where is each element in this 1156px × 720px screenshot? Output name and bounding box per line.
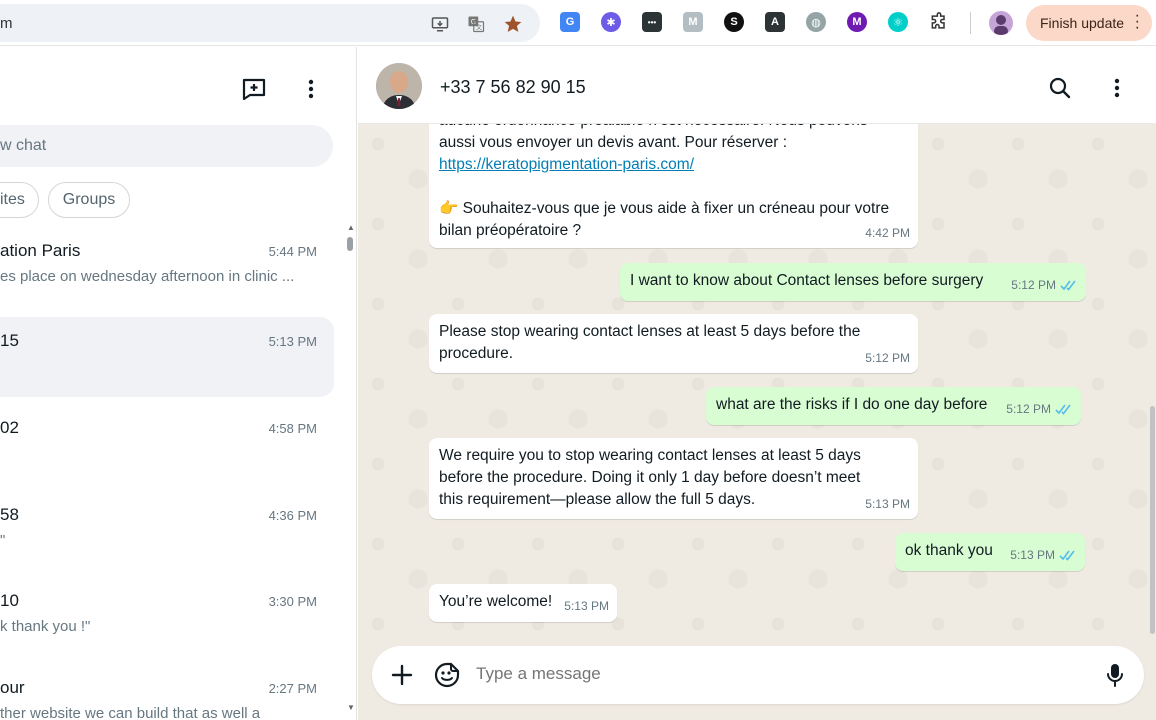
translate-icon[interactable]: G文	[466, 14, 486, 34]
chat-list-panel: w chat ites Groups ation Paris 5:44 PM e…	[0, 47, 357, 720]
chat-time: 4:58 PM	[268, 421, 317, 436]
chat-name: 10	[0, 591, 19, 610]
install-app-icon[interactable]	[430, 14, 450, 34]
chat-preview: es place on wednesday afternoon in clini…	[0, 268, 295, 285]
message-meta: 5:12 PM	[1006, 398, 1073, 420]
profile-avatar[interactable]	[989, 11, 1013, 35]
read-receipt-icon	[1055, 404, 1071, 415]
message-time: 5:12 PM	[865, 351, 910, 365]
message-time: 5:12 PM	[1006, 402, 1051, 416]
message-incoming[interactable]: Please stop wearing contact lenses at le…	[429, 314, 918, 373]
message-meta: 5:13 PM	[564, 595, 609, 617]
chat-list-scrollbar[interactable]: ▲ ▼	[347, 223, 355, 720]
chat-search-input[interactable]: w chat	[0, 125, 333, 167]
address-bar-text: m	[0, 15, 13, 32]
chat-time: 5:44 PM	[268, 244, 317, 259]
message-meta: 4:42 PM	[865, 222, 910, 244]
search-icon[interactable]	[1047, 75, 1073, 101]
contact-name[interactable]: +33 7 56 82 90 15	[440, 77, 586, 98]
message-time: 5:13 PM	[1010, 548, 1055, 562]
sidebar-menu-icon[interactable]	[297, 75, 325, 103]
sticker-emoji-icon[interactable]	[434, 662, 460, 688]
chat-name: 02	[0, 418, 19, 437]
chat-name: 15	[0, 331, 19, 350]
filter-chip-favorites[interactable]: ites	[0, 182, 39, 218]
message-composer	[372, 646, 1144, 704]
chat-preview: "	[0, 532, 6, 549]
scroll-up-arrow-icon[interactable]: ▲	[347, 223, 355, 232]
filter-chip-groups[interactable]: Groups	[48, 182, 130, 218]
read-receipt-icon	[1060, 280, 1076, 291]
chat-time: 4:36 PM	[268, 508, 317, 523]
contact-avatar[interactable]	[376, 63, 422, 109]
globe-icon[interactable]: ◍	[806, 12, 826, 32]
message-text: Please stop wearing contact lenses at le…	[439, 323, 861, 362]
conversation-pane: aucune ordonnance préalable n'est nécess…	[358, 124, 1156, 644]
snowflake-icon[interactable]: ✱	[601, 12, 621, 32]
chat-preview: ther website we can build that as well a	[0, 705, 261, 720]
extensions-puzzle-icon[interactable]	[929, 12, 949, 32]
chat-list-item[interactable]: 02 4:58 PM	[0, 404, 334, 484]
scroll-down-arrow-icon[interactable]: ▼	[347, 703, 355, 712]
chat-time: 3:30 PM	[268, 594, 317, 609]
chat-name: 58	[0, 505, 19, 524]
chat-preview: k thank you !"	[0, 618, 91, 635]
a-triangle-icon[interactable]: A	[765, 12, 785, 32]
address-bar[interactable]: m G文	[0, 4, 540, 42]
google-translate-icon[interactable]: G	[560, 12, 580, 32]
chat-time: 5:13 PM	[268, 334, 317, 349]
conversation-scrollbar[interactable]	[1150, 406, 1155, 634]
message-meta: 5:12 PM	[865, 347, 910, 369]
message-incoming[interactable]: We require you to stop wearing contact l…	[429, 438, 918, 519]
toolbar-divider	[970, 12, 971, 34]
message-outgoing[interactable]: ok thank you 5:13 PM	[895, 533, 1085, 571]
message-outgoing[interactable]: I want to know about Contact lenses befo…	[620, 263, 1086, 301]
message-link[interactable]: https://keratopigmentation-paris.com/	[439, 156, 694, 173]
chat-name: ation Paris	[0, 241, 81, 260]
message-incoming[interactable]: aucune ordonnance préalable n'est nécess…	[429, 124, 918, 248]
browser-menu-icon[interactable]: · · ·	[1135, 8, 1140, 36]
message-incoming[interactable]: You’re welcome! 5:13 PM	[429, 584, 617, 622]
bookmark-star-icon[interactable]	[503, 14, 523, 34]
chat-list-item[interactable]: 10 3:30 PM k thank you !"	[0, 577, 334, 657]
message-input[interactable]	[476, 664, 1076, 684]
chat-list-item[interactable]: ation Paris 5:44 PM es place on wednesda…	[0, 227, 334, 307]
message-text-part: aucune ordonnance préalable n'est nécess…	[439, 124, 868, 151]
s-letter-icon[interactable]: S	[724, 12, 744, 32]
new-chat-icon[interactable]	[240, 75, 268, 103]
message-time: 5:12 PM	[1011, 278, 1056, 292]
message-meta: 5:12 PM	[1011, 274, 1078, 296]
message-time: 5:13 PM	[865, 497, 910, 511]
svg-text:文: 文	[476, 23, 482, 31]
chat-list-item[interactable]: our 2:27 PM ther website we can build th…	[0, 664, 334, 720]
chat-menu-icon[interactable]	[1104, 75, 1130, 101]
atom-icon[interactable]: ⚛	[888, 12, 908, 32]
chat-list-item[interactable]: 58 4:36 PM "	[0, 491, 334, 571]
message-outgoing[interactable]: what are the risks if I do one day befor…	[706, 387, 1081, 425]
finish-update-button[interactable]: Finish update · · ·	[1026, 5, 1152, 41]
finish-update-label: Finish update	[1040, 15, 1125, 31]
microphone-icon[interactable]	[1102, 662, 1128, 688]
m-letter-icon[interactable]: M	[683, 12, 703, 32]
chat-list-item-active[interactable]: 15 5:13 PM	[0, 317, 334, 397]
dots-box-icon[interactable]: •••	[642, 12, 662, 32]
message-meta: 5:13 PM	[1010, 544, 1077, 566]
chat-header: +33 7 56 82 90 15	[358, 47, 1156, 124]
message-text: aucune ordonnance préalable n'est nécess…	[429, 124, 918, 242]
attach-plus-icon[interactable]	[389, 662, 415, 688]
read-receipt-icon	[1059, 550, 1075, 561]
message-meta: 5:13 PM	[865, 493, 910, 515]
message-text-part: 👉 Souhaitez-vous que je vous aide à fixe…	[439, 200, 890, 239]
m-purple-icon[interactable]: M	[847, 12, 867, 32]
composer-bar	[358, 644, 1156, 720]
message-time: 4:42 PM	[865, 226, 910, 240]
search-placeholder: w chat	[0, 137, 47, 154]
message-time: 5:13 PM	[564, 599, 609, 613]
message-text: We require you to stop wearing contact l…	[439, 447, 861, 508]
scrollbar-thumb[interactable]	[347, 237, 353, 251]
chat-time: 2:27 PM	[268, 681, 317, 696]
browser-toolbar: m G文 G ✱ ••• M S A ◍ M ⚛ Finish update ·…	[0, 0, 1156, 46]
chat-name: our	[0, 678, 25, 697]
